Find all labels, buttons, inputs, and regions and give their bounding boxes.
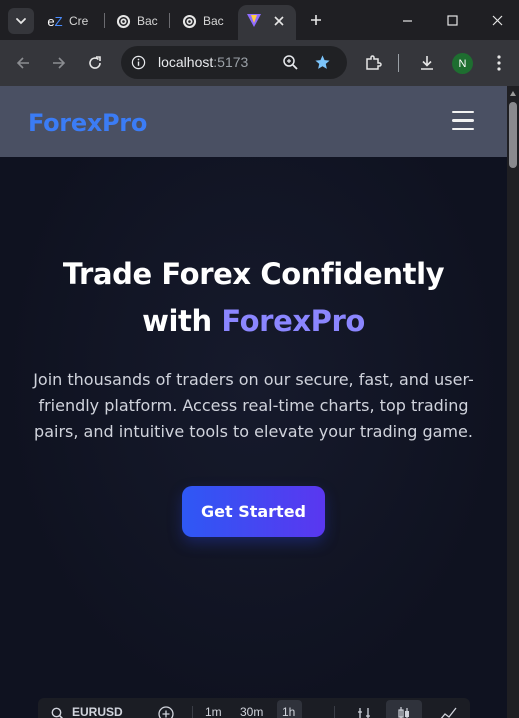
tab-search-button[interactable] [8,8,34,34]
hero-title-accent: ForexPro [221,304,365,338]
scroll-up-arrow-icon[interactable] [510,91,516,96]
close-tab-button[interactable] [270,12,288,30]
openai-icon [181,13,197,29]
line-chart-icon[interactable] [439,706,457,718]
interval-30m[interactable]: 30m [240,705,263,718]
reload-button[interactable] [83,51,107,75]
vite-icon [247,14,261,27]
get-started-button[interactable]: Get Started [182,486,325,537]
profile-avatar[interactable]: N [452,53,473,74]
back-button[interactable] [11,51,35,75]
url-port: :5173 [213,54,249,70]
browser-tab-2[interactable]: Bac [115,7,158,35]
hero-title: Trade Forex Confidently with ForexPro [20,251,487,345]
puzzle-icon [366,55,382,70]
reload-icon [89,56,101,69]
chart-widget-toolbar: EURUSD 1m 30m 1h [38,698,470,718]
compare-add-icon[interactable] [158,706,174,718]
forward-button[interactable] [47,51,71,75]
browser-tab-bar: eZ Cre Bac Bac [0,0,519,40]
hamburger-menu-icon [452,127,474,131]
interval-1m[interactable]: 1m [205,705,222,718]
zoom-icon[interactable] [282,54,299,71]
address-bar[interactable]: localhost:5173 [121,46,347,79]
indicators-icon[interactable] [356,706,372,718]
candlestick-icon[interactable] [395,705,413,718]
browser-tab-1[interactable]: eZ Cre [47,7,88,35]
openai-icon [115,13,131,29]
close-icon [492,15,502,25]
url-host: localhost [158,54,214,70]
downloads-button[interactable] [415,51,439,75]
interval-1h[interactable]: 1h [282,705,295,718]
plus-icon [311,15,321,25]
tab-title: Bac [203,14,224,28]
browser-tab-3[interactable]: Bac [181,7,224,35]
hero-description: Join thousands of traders on our secure,… [33,370,474,441]
toolbar-separator [334,706,335,718]
close-icon [274,16,284,26]
extensions-button[interactable] [361,51,385,75]
url-text: localhost:5173 [158,54,248,70]
tab-title: Bac [137,14,158,28]
ez-icon: eZ [47,13,63,29]
minimize-button[interactable] [394,8,420,32]
hamburger-menu-button[interactable] [452,111,476,133]
hero-section: Trade Forex Confidently with ForexPro Jo… [0,157,507,718]
page-viewport: ForexPro Trade Forex Confidently with Fo… [0,86,507,718]
kebab-menu-icon [497,55,501,71]
tab-separator [104,13,105,28]
browser-menu-button[interactable] [487,51,511,75]
maximize-icon [446,14,458,26]
toolbar-divider [398,54,399,72]
tab-title: Cre [69,14,89,28]
bookmark-star-icon[interactable] [314,54,331,71]
hero-title-with: with [142,304,222,338]
download-icon [421,56,433,70]
new-tab-button[interactable] [306,10,326,30]
close-window-button[interactable] [484,8,510,32]
browser-toolbar: localhost:5173 [0,40,519,86]
toolbar-separator [192,706,193,718]
search-icon[interactable] [51,707,64,718]
scrollbar-thumb[interactable] [509,102,517,168]
brand-logo[interactable]: ForexPro [28,109,147,137]
arrow-right-icon [53,57,66,69]
minimize-icon [402,19,412,22]
chevron-down-icon [16,18,26,25]
hamburger-menu-icon [452,119,474,122]
chart-symbol[interactable]: EURUSD [72,705,123,718]
hero-title-line1: Trade Forex Confidently [62,257,445,291]
arrow-left-icon [16,57,29,69]
maximize-button[interactable] [439,8,465,32]
page-scrollbar[interactable] [507,86,519,718]
site-info-icon [131,55,146,70]
tab-separator [169,13,170,28]
hamburger-menu-icon [452,111,474,114]
site-navbar: ForexPro [0,86,507,157]
